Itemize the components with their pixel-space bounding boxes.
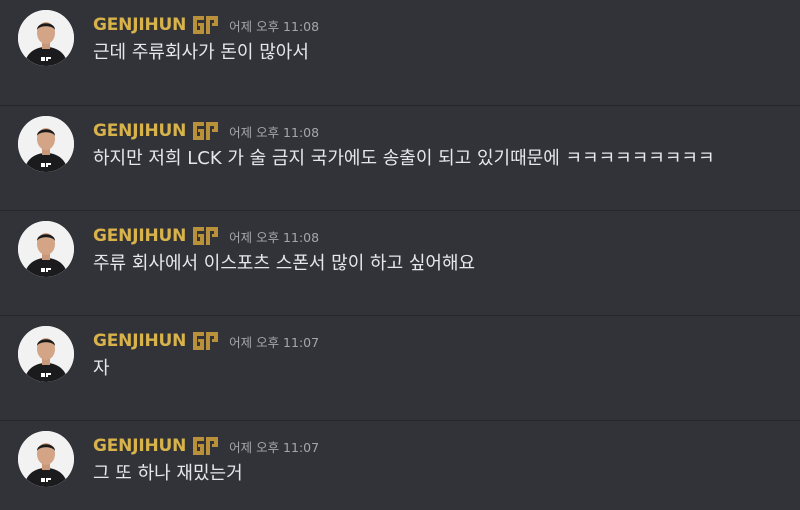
- message-item[interactable]: GENJIHUN 어제 오후 11:07 그 또 하나 재밌는거: [0, 420, 800, 510]
- username[interactable]: GENJIHUN: [93, 331, 186, 351]
- message-content: 하지만 저희 LCK 가 술 금지 국가에도 송출이 되고 있기때문에 ㅋㅋㅋㅋ…: [93, 148, 715, 169]
- team-logo-icon: [192, 14, 220, 36]
- username[interactable]: GENJIHUN: [93, 226, 186, 246]
- team-logo-icon: [192, 120, 220, 142]
- message-item[interactable]: GENJIHUN 어제 오후 11:08 근데 주류회사가 돈이 많아서: [0, 0, 800, 105]
- message-content: 그 또 하나 재밌는거: [93, 463, 243, 484]
- message-content: 근데 주류회사가 돈이 많아서: [93, 42, 309, 63]
- username[interactable]: GENJIHUN: [93, 121, 186, 141]
- team-logo-icon: [192, 225, 220, 247]
- user-avatar[interactable]: [18, 221, 74, 277]
- timestamp: 어제 오후 11:07: [229, 334, 320, 350]
- username[interactable]: GENJIHUN: [93, 436, 186, 456]
- message-feed: GENJIHUN 어제 오후 11:08 근데 주류회사가 돈이 많아서 GEN…: [0, 0, 800, 510]
- message-content: 자: [93, 358, 110, 379]
- user-avatar[interactable]: [18, 116, 74, 172]
- user-avatar[interactable]: [18, 431, 74, 487]
- team-logo-icon: [192, 435, 220, 457]
- team-logo-icon: [192, 330, 220, 352]
- timestamp: 어제 오후 11:08: [229, 229, 320, 245]
- message-item[interactable]: GENJIHUN 어제 오후 11:08 하지만 저희 LCK 가 술 금지 국…: [0, 105, 800, 210]
- user-avatar[interactable]: [18, 326, 74, 382]
- username[interactable]: GENJIHUN: [93, 15, 186, 35]
- timestamp: 어제 오후 11:07: [229, 439, 320, 455]
- message-item[interactable]: GENJIHUN 어제 오후 11:07 자: [0, 315, 800, 420]
- message-content: 주류 회사에서 이스포츠 스폰서 많이 하고 싶어해요: [93, 253, 476, 274]
- timestamp: 어제 오후 11:08: [229, 18, 320, 34]
- timestamp: 어제 오후 11:08: [229, 124, 320, 140]
- message-item[interactable]: GENJIHUN 어제 오후 11:08 주류 회사에서 이스포츠 스폰서 많이…: [0, 210, 800, 315]
- user-avatar[interactable]: [18, 10, 74, 66]
